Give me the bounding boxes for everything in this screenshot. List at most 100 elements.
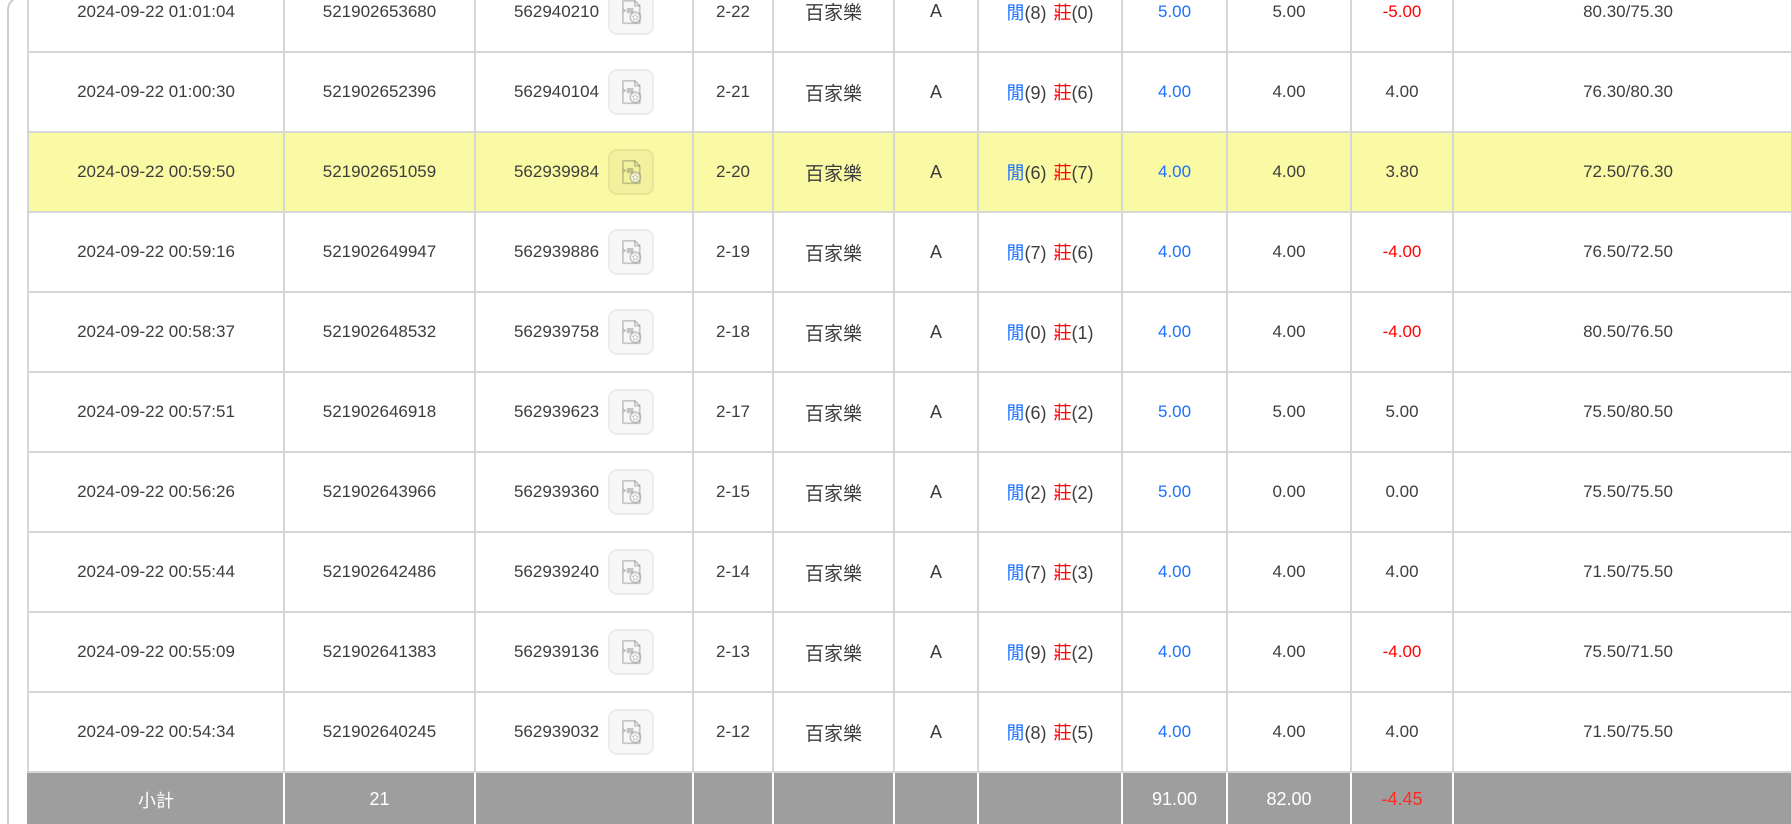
subtotal-empty-cell: [894, 772, 978, 824]
video-replay-button[interactable]: [608, 709, 654, 755]
bet-amount-link[interactable]: 4.00: [1122, 52, 1227, 132]
player-label: 閒: [1007, 483, 1025, 503]
balance-before-after: 75.50/75.50: [1453, 452, 1791, 532]
valid-amount: 4.00: [1227, 692, 1351, 772]
player-label: 閒: [1007, 243, 1025, 263]
bet-amount-link[interactable]: 5.00: [1122, 0, 1227, 52]
video-replay-button[interactable]: [608, 69, 654, 115]
game-result: 閒(2)莊(2): [978, 452, 1122, 532]
valid-amount: 4.00: [1227, 132, 1351, 212]
game-number-cell: 562939886: [475, 212, 693, 292]
valid-amount: 5.00: [1227, 372, 1351, 452]
subtotal-row: 小計 21 91.00 82.00 -4.45: [28, 772, 1791, 824]
subtotal-bet-total: 91.00: [1122, 772, 1227, 824]
bet-number: 521902648532: [284, 292, 475, 372]
player-score: (6): [1025, 403, 1047, 423]
video-file-icon: [616, 477, 646, 507]
game-type: 百家樂: [773, 0, 894, 52]
game-result: 閒(7)莊(3): [978, 532, 1122, 612]
game-number-cell: 562940210: [475, 0, 693, 52]
bet-time: 2024-09-22 00:59:16: [28, 212, 284, 292]
table-code: A: [894, 212, 978, 292]
banker-score: (0): [1072, 3, 1094, 23]
bet-amount-link[interactable]: 4.00: [1122, 132, 1227, 212]
game-type: 百家樂: [773, 292, 894, 372]
player-score: (9): [1025, 643, 1047, 663]
banker-score: (2): [1072, 643, 1094, 663]
game-type: 百家樂: [773, 212, 894, 292]
subtotal-empty-cell: [978, 772, 1122, 824]
game-result: 閒(9)莊(6): [978, 52, 1122, 132]
bet-amount-link[interactable]: 5.00: [1122, 372, 1227, 452]
bet-time: 2024-09-22 00:55:44: [28, 532, 284, 612]
banker-label: 莊: [1054, 163, 1072, 183]
valid-amount: 4.00: [1227, 212, 1351, 292]
table-row: 2024-09-22 00:55:09 521902641383 5629391…: [28, 612, 1791, 692]
banker-label: 莊: [1054, 83, 1072, 103]
banker-label: 莊: [1054, 243, 1072, 263]
win-loss-amount: 0.00: [1351, 452, 1453, 532]
table-row: 2024-09-22 00:56:26 521902643966 5629393…: [28, 452, 1791, 532]
valid-amount: 4.00: [1227, 532, 1351, 612]
balance-before-after: 76.50/72.50: [1453, 212, 1791, 292]
video-replay-button[interactable]: [608, 469, 654, 515]
game-result: 閒(8)莊(0): [978, 0, 1122, 52]
valid-amount: 4.00: [1227, 612, 1351, 692]
game-type: 百家樂: [773, 452, 894, 532]
player-label: 閒: [1007, 83, 1025, 103]
player-score: (2): [1025, 483, 1047, 503]
bet-number: 521902651059: [284, 132, 475, 212]
win-loss-amount: 4.00: [1351, 692, 1453, 772]
video-replay-button[interactable]: [608, 229, 654, 275]
banker-score: (3): [1072, 563, 1094, 583]
balance-before-after: 80.30/75.30: [1453, 0, 1791, 52]
game-number-cell: 562939984: [475, 132, 693, 212]
video-replay-button[interactable]: [608, 0, 654, 35]
bet-time: 2024-09-22 00:54:34: [28, 692, 284, 772]
video-file-icon: [616, 717, 646, 747]
game-number: 562940104: [514, 82, 599, 102]
game-number: 562939240: [514, 562, 599, 582]
video-replay-button[interactable]: [608, 629, 654, 675]
video-replay-button[interactable]: [608, 309, 654, 355]
bet-amount-link[interactable]: 4.00: [1122, 532, 1227, 612]
player-label: 閒: [1007, 403, 1025, 423]
table-row: 2024-09-22 00:54:34 521902640245 5629390…: [28, 692, 1791, 772]
subtotal-winloss-total: -4.45: [1351, 772, 1453, 824]
valid-amount: 0.00: [1227, 452, 1351, 532]
player-label: 閒: [1007, 163, 1025, 183]
subtotal-empty-cell: [773, 772, 894, 824]
game-number: 562939984: [514, 162, 599, 182]
subtotal-empty-cell: [1453, 772, 1791, 824]
game-number-cell: 562939360: [475, 452, 693, 532]
video-file-icon: [616, 157, 646, 187]
video-replay-button[interactable]: [608, 389, 654, 435]
table-row: 2024-09-22 01:01:04 521902653680 5629402…: [28, 0, 1791, 52]
round-number: 2-22: [693, 0, 773, 52]
round-number: 2-18: [693, 292, 773, 372]
game-result: 閒(6)莊(7): [978, 132, 1122, 212]
game-number-cell: 562939758: [475, 292, 693, 372]
subtotal-empty-cell: [693, 772, 773, 824]
bet-amount-link[interactable]: 5.00: [1122, 452, 1227, 532]
game-result: 閒(9)莊(2): [978, 612, 1122, 692]
valid-amount: 4.00: [1227, 52, 1351, 132]
banker-label: 莊: [1054, 723, 1072, 743]
bet-number: 521902652396: [284, 52, 475, 132]
round-number: 2-19: [693, 212, 773, 292]
video-replay-button[interactable]: [608, 549, 654, 595]
video-replay-button[interactable]: [608, 149, 654, 195]
records-body: 2024-09-22 01:01:04 521902653680 5629402…: [28, 0, 1791, 824]
table-code: A: [894, 452, 978, 532]
bet-amount-link[interactable]: 4.00: [1122, 212, 1227, 292]
video-file-icon: [616, 637, 646, 667]
bet-amount-link[interactable]: 4.00: [1122, 692, 1227, 772]
bet-amount-link[interactable]: 4.00: [1122, 292, 1227, 372]
bet-time: 2024-09-22 01:01:04: [28, 0, 284, 52]
player-score: (8): [1025, 723, 1047, 743]
banker-label: 莊: [1054, 563, 1072, 583]
round-number: 2-21: [693, 52, 773, 132]
video-file-icon: [616, 397, 646, 427]
bet-number: 521902641383: [284, 612, 475, 692]
bet-amount-link[interactable]: 4.00: [1122, 612, 1227, 692]
